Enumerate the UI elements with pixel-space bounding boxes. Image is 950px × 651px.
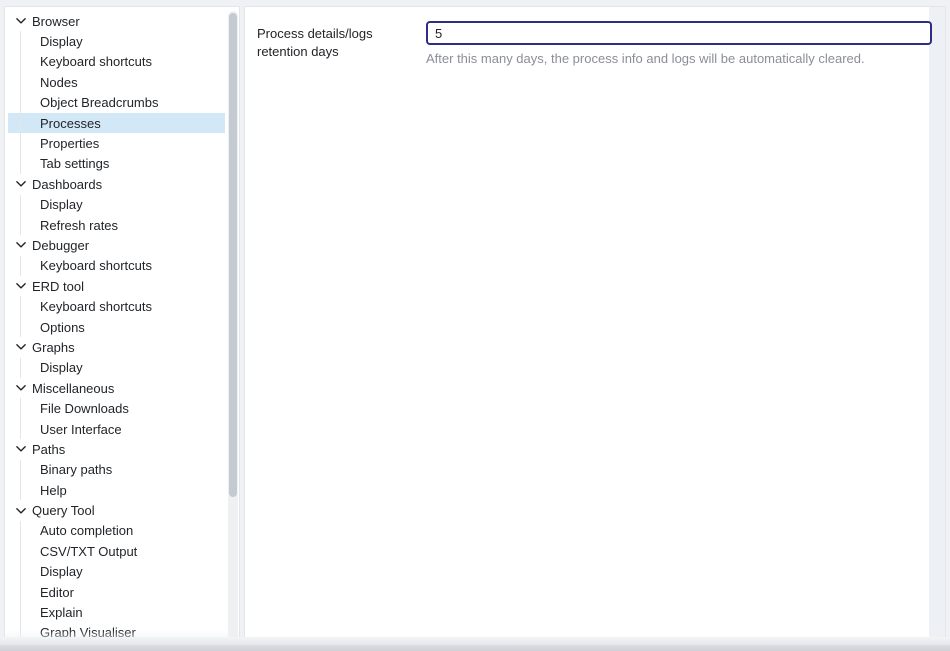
tree-item-processes[interactable]: Processes <box>8 113 225 133</box>
tree-group-query-tool[interactable]: Query Tool <box>8 500 225 520</box>
retention-days-help-text: After this many days, the process info a… <box>426 51 932 67</box>
retention-days-label: Process details/logs retention days <box>257 21 426 60</box>
dialog-bottom-edge <box>0 645 950 651</box>
tree-group-label: Miscellaneous <box>32 381 114 396</box>
tree-item-label: Keyboard shortcuts <box>40 299 152 314</box>
tree-item-label: Refresh rates <box>40 218 118 233</box>
tree-item-label: Editor <box>40 585 74 600</box>
tree-item-explain[interactable]: Explain <box>8 602 225 622</box>
tree-item-keyboard-shortcuts[interactable]: Keyboard shortcuts <box>8 52 225 72</box>
tree-item-label: Tab settings <box>40 156 109 171</box>
tree-item-label: File Downloads <box>40 401 129 416</box>
retention-days-input[interactable] <box>426 21 932 45</box>
retention-days-field-row: Process details/logs retention days Afte… <box>257 21 917 67</box>
chevron-down-icon[interactable] <box>15 443 27 455</box>
tree-item-label: Keyboard shortcuts <box>40 54 152 69</box>
chevron-down-icon[interactable] <box>15 280 27 292</box>
tree-item-label: Binary paths <box>40 462 112 477</box>
tree-item-refresh-rates[interactable]: Refresh rates <box>8 215 225 235</box>
tree-item-label: Keyboard shortcuts <box>40 258 152 273</box>
tree-item-nodes[interactable]: Nodes <box>8 72 225 92</box>
tree-group-graphs[interactable]: Graphs <box>8 337 225 357</box>
chevron-down-icon[interactable] <box>15 505 27 517</box>
tree-group-label: Query Tool <box>32 503 95 518</box>
chevron-down-icon[interactable] <box>15 382 27 394</box>
retention-days-control: After this many days, the process info a… <box>426 21 932 67</box>
tree-item-options[interactable]: Options <box>8 317 225 337</box>
tree-item-label: Properties <box>40 136 99 151</box>
tree-item-label: CSV/TXT Output <box>40 544 137 559</box>
tree-group-browser[interactable]: Browser <box>8 11 225 31</box>
chevron-down-icon[interactable] <box>15 178 27 190</box>
tree-item-display[interactable]: Display <box>8 562 225 582</box>
settings-panel: Process details/logs retention days Afte… <box>244 6 946 645</box>
preferences-tree: Browser Display Keyboard shortcuts Nodes Obj… <box>8 11 225 643</box>
tree-item-help[interactable]: Help <box>8 480 225 500</box>
dialog-bottom-fade <box>0 637 950 645</box>
tree-item-label: Display <box>40 360 83 375</box>
tree-item-file-downloads[interactable]: File Downloads <box>8 398 225 418</box>
tree-item-label: Auto completion <box>40 523 133 538</box>
chevron-down-icon[interactable] <box>15 341 27 353</box>
tree-group-label: ERD tool <box>32 279 84 294</box>
preferences-dialog: Browser Display Keyboard shortcuts Nodes Obj… <box>0 0 950 651</box>
tree-item-display[interactable]: Display <box>8 195 225 215</box>
chevron-down-icon[interactable] <box>15 15 27 27</box>
tree-item-auto-completion[interactable]: Auto completion <box>8 521 225 541</box>
tree-item-display[interactable]: Display <box>8 358 225 378</box>
preferences-sidebar: Browser Display Keyboard shortcuts Nodes Obj… <box>4 6 240 645</box>
tree-group-label: Dashboards <box>32 177 102 192</box>
tree-group-erd-tool[interactable]: ERD tool <box>8 276 225 296</box>
tree-item-label: Nodes <box>40 75 78 90</box>
tree-item-properties[interactable]: Properties <box>8 133 225 153</box>
tree-item-label: User Interface <box>40 422 122 437</box>
tree-item-label: Help <box>40 483 67 498</box>
sidebar-scrollbar-thumb[interactable] <box>229 13 237 497</box>
tree-item-keyboard-shortcuts[interactable]: Keyboard shortcuts <box>8 296 225 316</box>
tree-item-display[interactable]: Display <box>8 31 225 51</box>
tree-item-label: Object Breadcrumbs <box>40 95 159 110</box>
tree-group-label: Paths <box>32 442 65 457</box>
tree-item-tab-settings[interactable]: Tab settings <box>8 154 225 174</box>
tree-item-csv-txt-output[interactable]: CSV/TXT Output <box>8 541 225 561</box>
tree-item-user-interface[interactable]: User Interface <box>8 419 225 439</box>
tree-item-label: Explain <box>40 605 83 620</box>
tree-group-debugger[interactable]: Debugger <box>8 235 225 255</box>
tree-group-label: Debugger <box>32 238 89 253</box>
tree-item-label: Display <box>40 34 83 49</box>
tree-group-dashboards[interactable]: Dashboards <box>8 174 225 194</box>
tree-item-label: Display <box>40 564 83 579</box>
tree-item-binary-paths[interactable]: Binary paths <box>8 460 225 480</box>
tree-item-object-breadcrumbs[interactable]: Object Breadcrumbs <box>8 93 225 113</box>
content-scrollbar-track <box>929 7 945 644</box>
tree-item-keyboard-shortcuts[interactable]: Keyboard shortcuts <box>8 256 225 276</box>
chevron-down-icon[interactable] <box>15 239 27 251</box>
tree-item-editor[interactable]: Editor <box>8 582 225 602</box>
tree-group-label: Graphs <box>32 340 75 355</box>
tree-group-miscellaneous[interactable]: Miscellaneous <box>8 378 225 398</box>
tree-item-label: Processes <box>40 116 101 131</box>
tree-item-label: Display <box>40 197 83 212</box>
tree-group-paths[interactable]: Paths <box>8 439 225 459</box>
sidebar-scrollbar-track[interactable] <box>228 11 238 640</box>
tree-item-label: Options <box>40 320 85 335</box>
tree-group-label: Browser <box>32 14 80 29</box>
